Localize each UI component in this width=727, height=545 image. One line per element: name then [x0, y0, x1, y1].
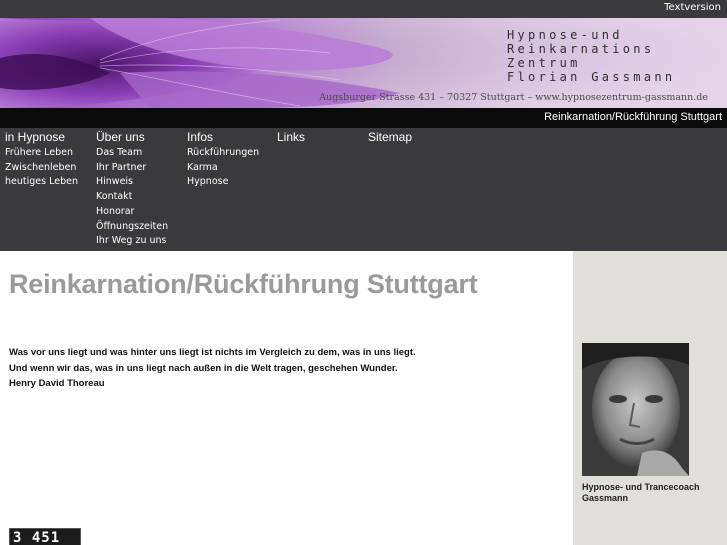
nav-column-infos: Infos Rückführungen Karma Hypnose	[187, 130, 259, 190]
page-title: Reinkarnation/Rückführung Stuttgart	[9, 269, 478, 299]
nav-item-heutiges-leben[interactable]: heutiges Leben	[5, 175, 78, 190]
nav-item-oeffnungszeiten[interactable]: Öffnungszeiten	[96, 220, 168, 235]
site-title: Hypnose-und Reinkarnations Zentrum Flori…	[507, 28, 722, 84]
page: Textversion Hypnose-und Reinkarnations Z…	[0, 0, 727, 545]
portrait-photo	[582, 343, 689, 476]
nav-column-in-hypnose: in Hypnose Frühere Leben Zwischenleben h…	[5, 130, 78, 190]
main-navigation: in Hypnose Frühere Leben Zwischenleben h…	[0, 128, 727, 251]
sidebar: Hypnose- und Trancecoach Gassmann	[573, 251, 727, 545]
quote-line-2: Und wenn wir das, was in uns liegt nach …	[9, 362, 398, 374]
text-version-link[interactable]: Textversion	[664, 2, 721, 13]
main-content: Reinkarnation/Rückführung Stuttgart Was …	[0, 251, 573, 545]
quote-block: Was vor uns liegt und was hinter uns lie…	[9, 345, 416, 392]
portrait-caption-line-1: Hypnose- und Trancecoach	[582, 482, 700, 492]
site-title-line-1: Hypnose-und	[507, 28, 623, 42]
quote-author: Henry David Thoreau	[9, 378, 105, 389]
nav-item-honorar[interactable]: Honorar	[96, 205, 168, 220]
site-title-line-2: Reinkarnations	[507, 42, 655, 56]
portrait-caption: Hypnose- und Trancecoach Gassmann	[582, 482, 727, 504]
nav-head-links[interactable]: Links	[277, 130, 305, 145]
nav-column-ueber-uns: Über uns Das Team Ihr Partner Hinweis Ko…	[96, 130, 168, 249]
address-line: Augsburger Strasse 431 – 70327 Stuttgart…	[319, 92, 708, 103]
top-bar: Textversion	[0, 0, 727, 18]
nav-item-hinweis[interactable]: Hinweis	[96, 175, 168, 190]
nav-column-sitemap: Sitemap	[368, 130, 412, 146]
nav-item-hypnose[interactable]: Hypnose	[187, 175, 259, 190]
quote-line-1: Was vor uns liegt und was hinter uns lie…	[9, 347, 416, 358]
nav-head-ueber-uns[interactable]: Über uns	[96, 130, 168, 145]
header-banner: Hypnose-und Reinkarnations Zentrum Flori…	[0, 18, 727, 108]
nav-item-fruehere-leben[interactable]: Frühere Leben	[5, 146, 78, 161]
nav-head-sitemap[interactable]: Sitemap	[368, 130, 412, 145]
nav-item-karma[interactable]: Karma	[187, 161, 259, 176]
nav-item-rueckfuehrungen[interactable]: Rückführungen	[187, 146, 259, 161]
portrait-caption-line-2: Gassmann	[582, 493, 629, 503]
site-title-line-3: Zentrum	[507, 56, 581, 70]
nav-item-kontakt[interactable]: Kontakt	[96, 190, 168, 205]
nav-head-in-hypnose[interactable]: in Hypnose	[5, 130, 78, 145]
nav-item-ihr-weg-zu-uns[interactable]: Ihr Weg zu uns	[96, 234, 168, 249]
nav-item-das-team[interactable]: Das Team	[96, 146, 168, 161]
nav-item-ihr-partner[interactable]: Ihr Partner	[96, 161, 168, 176]
nav-head-infos[interactable]: Infos	[187, 130, 259, 145]
portrait-image	[582, 343, 689, 476]
page-label-strip: Reinkarnation/Rückführung Stuttgart	[0, 108, 727, 128]
visitor-counter-value: 3 451	[13, 530, 61, 545]
site-title-line-4: Florian Gassmann	[507, 70, 676, 84]
nav-item-zwischenleben[interactable]: Zwischenleben	[5, 161, 78, 176]
visitor-counter: 3 451	[9, 528, 81, 545]
nav-column-links: Links	[277, 130, 305, 146]
page-label: Reinkarnation/Rückführung Stuttgart	[544, 111, 722, 123]
